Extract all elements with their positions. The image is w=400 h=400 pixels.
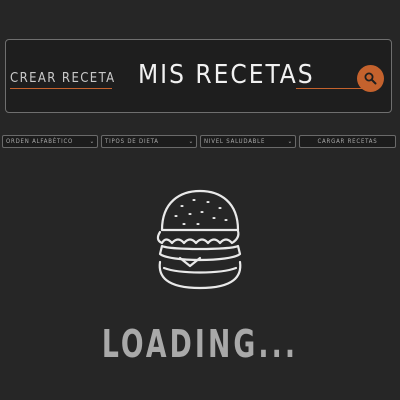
filter-bar: ORDEN ALFABÉTICO ⌄ TIPOS DE DIETA ⌄ NIVE…: [2, 135, 396, 148]
health-level-select[interactable]: NIVEL SALUDABLE ⌄: [200, 135, 296, 148]
create-recipe-link[interactable]: CREAR RECETA: [10, 71, 114, 89]
loading-text: LOADING...: [101, 322, 299, 366]
health-level-select-label: NIVEL SALUDABLE: [204, 138, 266, 145]
diet-type-select-label: TIPOS DE DIETA: [105, 138, 159, 145]
burger-icon: [156, 189, 242, 290]
sort-select[interactable]: ORDEN ALFABÉTICO ⌄: [2, 135, 98, 148]
page-title: MIS RECETAS: [138, 60, 315, 90]
search-icon: [364, 72, 377, 85]
chevron-down-icon: ⌄: [188, 138, 194, 145]
diet-type-select[interactable]: TIPOS DE DIETA ⌄: [101, 135, 197, 148]
sort-select-label: ORDEN ALFABÉTICO: [6, 138, 74, 145]
load-recipes-button[interactable]: CARGAR RECETAS: [299, 135, 396, 148]
chevron-down-icon: ⌄: [287, 138, 293, 145]
search-input[interactable]: [296, 74, 366, 89]
page: CREAR RECETA MIS RECETAS ORDEN ALFABÉTIC…: [0, 0, 400, 400]
header-bar: CREAR RECETA MIS RECETAS: [5, 39, 392, 113]
chevron-down-icon: ⌄: [89, 138, 95, 145]
search-button[interactable]: [357, 65, 384, 92]
